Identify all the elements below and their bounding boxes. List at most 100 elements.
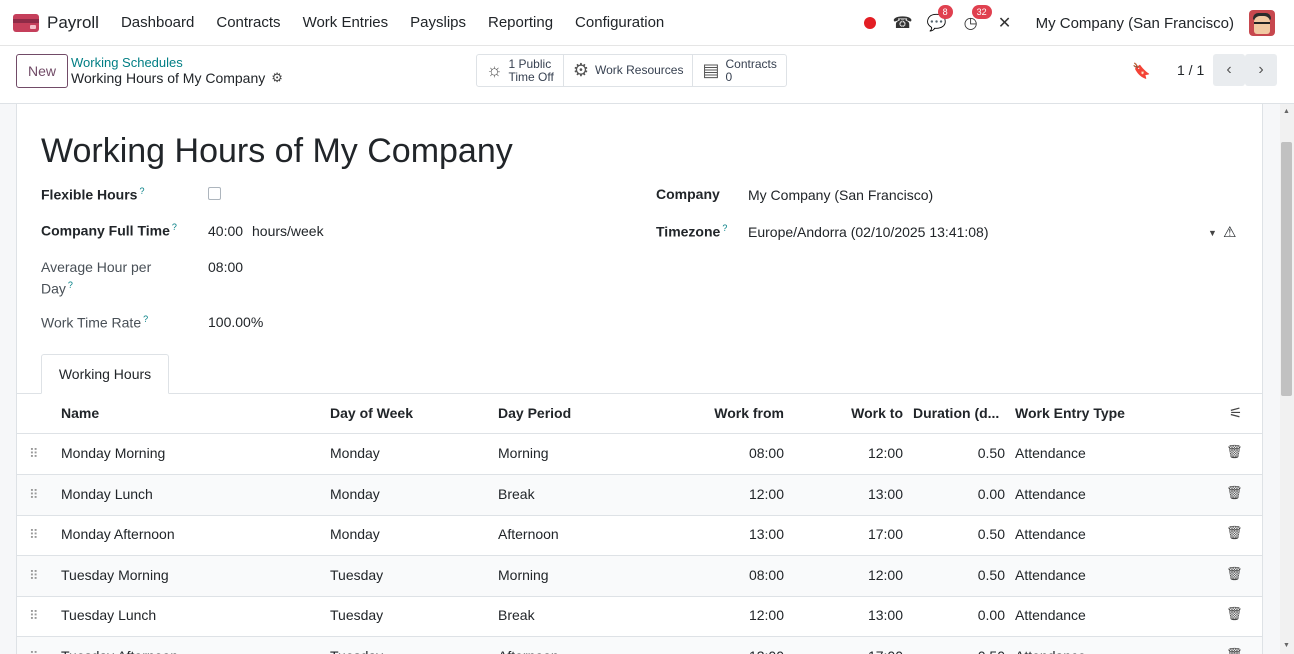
cell-day-of-week[interactable]: Tuesday: [330, 607, 383, 623]
table-row[interactable]: ⠿ Monday Lunch Monday Break 12:00 13:00 0.00 At…: [17, 474, 1262, 516]
cell-duration[interactable]: 0.00: [905, 486, 1005, 502]
record-icon[interactable]: [863, 17, 876, 29]
trash-icon[interactable]: 🗑: [1226, 566, 1243, 582]
help-icon[interactable]: ?: [172, 222, 177, 232]
page-title[interactable]: Working Hours of My Company: [41, 132, 513, 171]
cell-work-entry-type[interactable]: Attendance: [1015, 567, 1086, 583]
drag-handle-icon[interactable]: ⠿: [29, 649, 38, 654]
help-icon[interactable]: ?: [143, 314, 148, 324]
table-row[interactable]: ⠿ Monday Morning Monday Morning 08:00 12:00 0.…: [17, 434, 1262, 475]
pager-previous-button[interactable]: ‹: [1213, 54, 1245, 86]
help-icon[interactable]: ?: [68, 280, 73, 290]
menu-work-entries[interactable]: Work Entries: [292, 14, 400, 31]
bookmark-icon[interactable]: 🔖: [1132, 62, 1151, 80]
cell-duration[interactable]: 0.00: [905, 607, 1005, 623]
cell-name[interactable]: Tuesday Morning: [61, 567, 169, 583]
avatar[interactable]: [1249, 10, 1275, 36]
column-day-of-week[interactable]: Day of Week: [330, 405, 413, 421]
pager-next-button[interactable]: ›: [1245, 54, 1277, 86]
new-button[interactable]: New: [16, 54, 68, 88]
cell-work-to[interactable]: 17:00: [803, 648, 903, 654]
menu-contracts[interactable]: Contracts: [205, 14, 291, 31]
cell-work-entry-type[interactable]: Attendance: [1015, 607, 1086, 623]
cell-day-period[interactable]: Break: [498, 607, 535, 623]
trash-icon[interactable]: 🗑: [1226, 485, 1243, 501]
trash-icon[interactable]: 🗑: [1226, 525, 1243, 541]
column-work-from[interactable]: Work from: [684, 405, 784, 421]
cell-work-to[interactable]: 17:00: [803, 526, 903, 542]
activity-clock-icon[interactable]: ◷ 32: [960, 5, 992, 34]
company-full-time-input[interactable]: 40:00: [208, 223, 243, 239]
cell-day-of-week[interactable]: Monday: [330, 445, 380, 461]
column-day-period[interactable]: Day Period: [498, 405, 571, 421]
cell-work-to[interactable]: 13:00: [803, 607, 903, 623]
menu-configuration[interactable]: Configuration: [564, 14, 675, 31]
cell-day-period[interactable]: Morning: [498, 445, 549, 461]
column-work-entry-type[interactable]: Work Entry Type: [1015, 405, 1125, 421]
scrollbar-thumb[interactable]: [1281, 142, 1292, 396]
table-row[interactable]: ⠿ Monday Afternoon Monday Afternoon 13:00 17:…: [17, 515, 1262, 557]
menu-payslips[interactable]: Payslips: [399, 14, 477, 31]
table-row[interactable]: ⠿ Tuesday Morning Tuesday Morning 08:00 12:00…: [17, 555, 1262, 597]
trash-icon[interactable]: 🗑: [1226, 444, 1243, 460]
cell-duration[interactable]: 0.50: [905, 445, 1005, 461]
drag-handle-icon[interactable]: ⠿: [29, 487, 38, 503]
column-name[interactable]: Name: [61, 405, 99, 421]
company-switcher[interactable]: My Company (San Francisco): [1036, 15, 1234, 32]
tab-working-hours[interactable]: Working Hours: [41, 354, 169, 394]
debug-tools-icon[interactable]: ✕: [994, 12, 1016, 34]
scroll-down-icon[interactable]: ▼: [1283, 642, 1290, 649]
cell-work-from[interactable]: 08:00: [684, 567, 784, 583]
menu-dashboard[interactable]: Dashboard: [110, 14, 205, 31]
flexible-hours-checkbox[interactable]: [208, 187, 221, 200]
table-row[interactable]: ⠿ Tuesday Lunch Tuesday Break 12:00 13:00 0.00…: [17, 596, 1262, 638]
cell-work-to[interactable]: 13:00: [803, 486, 903, 502]
trash-icon[interactable]: 🗑: [1226, 647, 1243, 654]
cell-work-entry-type[interactable]: Attendance: [1015, 486, 1086, 502]
app-name[interactable]: Payroll: [47, 13, 99, 33]
help-icon[interactable]: ?: [139, 186, 144, 196]
gear-icon[interactable]: ⚙: [271, 70, 283, 86]
cell-work-entry-type[interactable]: Attendance: [1015, 445, 1086, 461]
help-icon[interactable]: ?: [722, 223, 727, 233]
cell-work-to[interactable]: 12:00: [803, 445, 903, 461]
timezone-select[interactable]: Europe/Andorra (02/10/2025 13:41:08): [748, 224, 989, 240]
cell-day-period[interactable]: Morning: [498, 567, 549, 583]
drag-handle-icon[interactable]: ⠿: [29, 527, 38, 543]
cell-name[interactable]: Tuesday Lunch: [61, 607, 156, 623]
chevron-down-icon[interactable]: ▼: [1208, 228, 1217, 238]
cell-name[interactable]: Tuesday Afternoon: [61, 648, 178, 654]
column-work-to[interactable]: Work to: [803, 405, 903, 421]
table-row[interactable]: ⠿ Tuesday Afternoon Tuesday Afternoon 13:00 1…: [17, 637, 1262, 654]
cell-work-from[interactable]: 12:00: [684, 486, 784, 502]
column-duration[interactable]: Duration (d...: [913, 405, 999, 421]
cell-day-of-week[interactable]: Tuesday: [330, 567, 383, 583]
drag-handle-icon[interactable]: ⠿: [29, 446, 38, 462]
phone-icon[interactable]: ☎: [892, 12, 914, 34]
cell-work-entry-type[interactable]: Attendance: [1015, 526, 1086, 542]
trash-icon[interactable]: 🗑: [1226, 606, 1243, 622]
cell-work-from[interactable]: 08:00: [684, 445, 784, 461]
cell-day-period[interactable]: Afternoon: [498, 648, 559, 654]
company-field[interactable]: My Company (San Francisco): [748, 187, 933, 203]
cell-duration[interactable]: 0.50: [905, 526, 1005, 542]
cell-day-of-week[interactable]: Tuesday: [330, 648, 383, 654]
cell-name[interactable]: Monday Lunch: [61, 486, 153, 502]
cell-work-from[interactable]: 12:00: [684, 607, 784, 623]
cell-duration[interactable]: 0.50: [905, 648, 1005, 654]
cell-name[interactable]: Monday Morning: [61, 445, 165, 461]
contracts-button[interactable]: ▤ Contracts 0: [693, 55, 785, 86]
cell-work-from[interactable]: 13:00: [684, 526, 784, 542]
chat-icon[interactable]: 💬 8: [926, 5, 953, 34]
public-time-off-button[interactable]: ☼ 1 Public Time Off: [477, 55, 564, 86]
column-settings-icon[interactable]: ⚟: [1229, 404, 1242, 422]
menu-reporting[interactable]: Reporting: [477, 14, 564, 31]
cell-duration[interactable]: 0.50: [905, 567, 1005, 583]
drag-handle-icon[interactable]: ⠿: [29, 568, 38, 584]
cell-day-period[interactable]: Break: [498, 486, 535, 502]
payroll-app-icon[interactable]: [13, 13, 39, 32]
cell-name[interactable]: Monday Afternoon: [61, 526, 175, 542]
cell-work-entry-type[interactable]: Attendance: [1015, 648, 1086, 654]
cell-work-from[interactable]: 13:00: [684, 648, 784, 654]
drag-handle-icon[interactable]: ⠿: [29, 608, 38, 624]
